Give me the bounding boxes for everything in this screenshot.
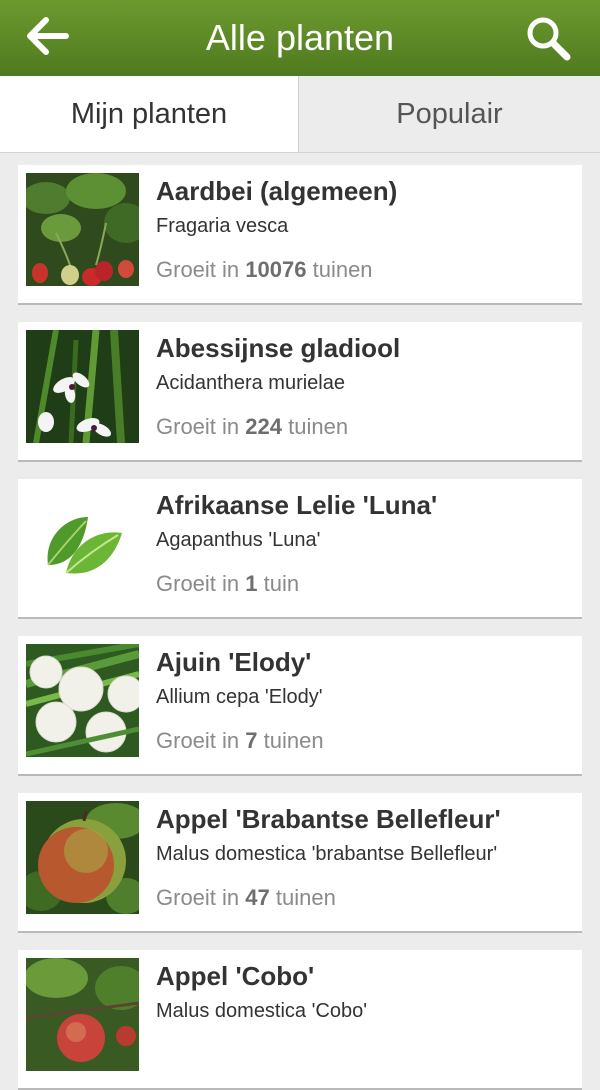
search-icon[interactable] [524,14,572,62]
apple-tree-image [26,958,139,1071]
onion-image [26,644,139,757]
garden-count: Groeit in 1 tuin [156,571,300,596]
plant-card[interactable]: Appel 'Brabantse Bellefleur' Malus domes… [18,793,582,933]
plant-card[interactable]: Afrikaanse Lelie 'Luna' Agapanthus 'Luna… [18,479,582,619]
plant-latin-name: Agapanthus 'Luna' [156,529,321,551]
leaf-icon [26,487,139,600]
garden-count: Groeit in 47 tuinen [156,885,336,910]
plant-card[interactable]: Aardbei (algemeen) Fragaria vesca Groeit… [18,165,582,305]
plant-latin-name: Allium cepa 'Elody' [156,686,323,708]
plant-card[interactable]: Ajuin 'Elody' Allium cepa 'Elody' Groeit… [18,636,582,776]
strawberry-image [26,173,139,286]
plant-latin-name: Malus domestica 'brabantse Bellefleur' [156,843,498,865]
plant-latin-name: Malus domestica 'Cobo' [156,1000,368,1022]
plant-card[interactable]: Appel 'Cobo' Malus domestica 'Cobo' [18,950,582,1090]
plant-name: Aardbei (algemeen) [156,176,398,206]
tab-mijn-planten[interactable]: Mijn planten [0,76,299,152]
plant-name: Abessijnse gladiool [156,333,401,363]
plant-name: Afrikaanse Lelie 'Luna' [156,490,438,520]
garden-count: Groeit in 10076 tuinen [156,257,373,282]
gladiolus-image [26,330,139,443]
plant-latin-name: Acidanthera murielae [156,372,345,394]
arrow-left-icon[interactable] [26,16,70,56]
tab-populair[interactable]: Populair [299,76,600,152]
plant-latin-name: Fragaria vesca [156,215,289,237]
top-bar: Alle planten [0,0,600,76]
tab-bar: Mijn planten Populair [0,76,600,153]
page-title: Alle planten [205,17,395,58]
plant-name: Ajuin 'Elody' [156,647,312,677]
plant-card[interactable]: Abessijnse gladiool Acidanthera murielae… [18,322,582,462]
apple-image [26,801,139,914]
garden-count: Groeit in 224 tuinen [156,414,349,439]
plant-name: Appel 'Brabantse Bellefleur' [156,804,501,834]
garden-count: Groeit in 7 tuinen [156,728,324,753]
plant-name: Appel 'Cobo' [156,961,315,991]
